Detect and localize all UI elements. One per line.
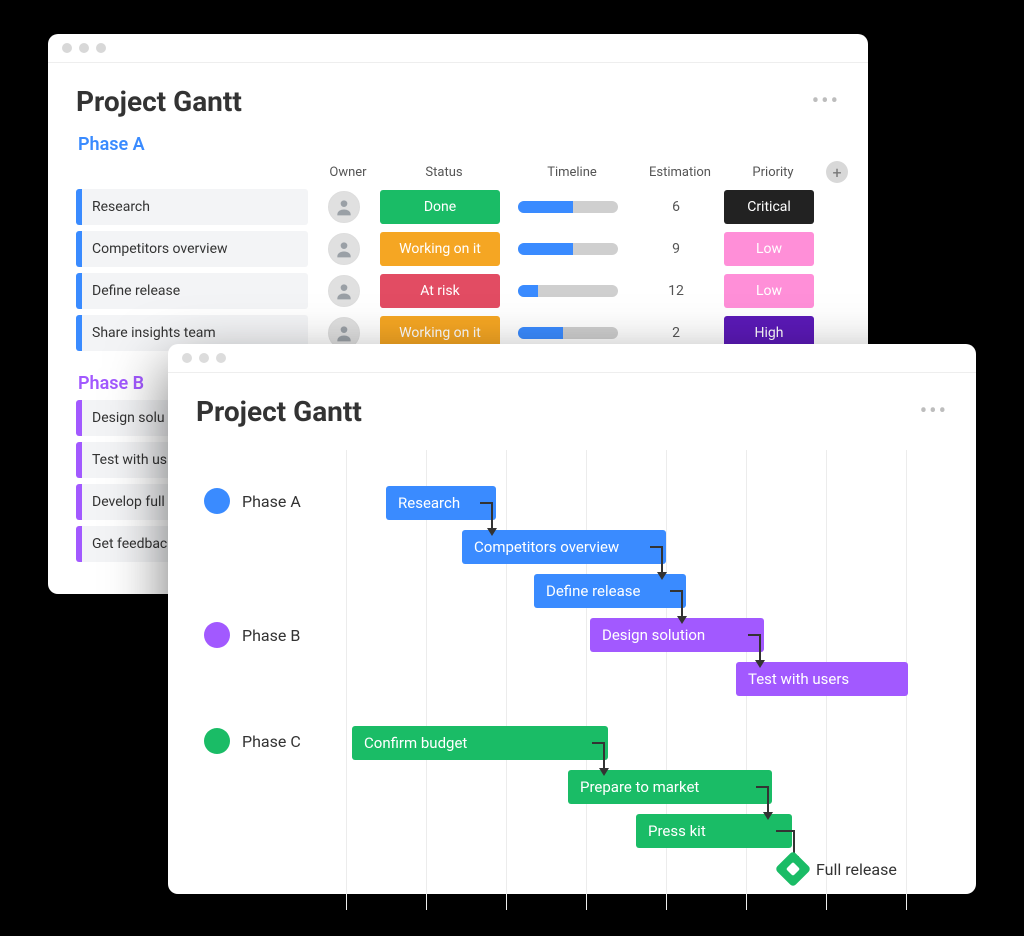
gantt-bar-design-solution[interactable]: Design solution [590, 618, 764, 652]
status-cell[interactable]: Done [380, 190, 500, 224]
task-cell[interactable]: Competitors overview [76, 231, 308, 267]
col-timeline: Timeline [512, 165, 632, 180]
gantt-bar-prepare-market[interactable]: Prepare to market [568, 770, 772, 804]
phase-label: Phase B [242, 626, 300, 645]
task-cell[interactable]: Define release [76, 273, 308, 309]
avatar-icon [328, 191, 360, 223]
gantt-bar-test-users[interactable]: Test with users [736, 662, 908, 696]
traffic-light-dot [199, 353, 209, 363]
col-priority: Priority [728, 165, 818, 180]
phase-label: Phase C [242, 732, 301, 751]
col-status: Status [384, 165, 504, 180]
status-cell[interactable]: Working on it [380, 232, 500, 266]
timeline-cell[interactable] [508, 274, 628, 308]
col-owner: Owner [320, 165, 376, 180]
gantt-lane-phase-b: Phase B [204, 622, 300, 648]
owner-cell[interactable] [316, 275, 372, 307]
estimation-cell[interactable]: 6 [636, 190, 716, 224]
gantt-bar-competitors[interactable]: Competitors overview [462, 530, 666, 564]
window-gantt-view: Project Gantt ••• Phase A [168, 344, 976, 894]
milestone-label: Full release [816, 860, 897, 879]
status-cell[interactable]: At risk [380, 274, 500, 308]
column-headers: . Owner Status Timeline Estimation Prior… [76, 161, 840, 189]
gantt-milestone-full-release[interactable]: Full release [780, 856, 897, 882]
gantt-bar-research[interactable]: Research [386, 486, 496, 520]
table-row[interactable]: Research Done 6Critical [76, 189, 840, 225]
table-row[interactable]: Define release At risk 12Low [76, 273, 840, 309]
phase-dot-icon [204, 622, 230, 648]
gantt-bar-define-release[interactable]: Define release [534, 574, 686, 608]
estimation-cell[interactable]: 12 [636, 274, 716, 308]
table-row[interactable]: Competitors overview Working on it 9Low [76, 231, 840, 267]
phase-a-heading: Phase A [78, 134, 840, 155]
avatar-icon [328, 275, 360, 307]
traffic-light-dot [62, 43, 72, 53]
gantt-bar-confirm-budget[interactable]: Confirm budget [352, 726, 608, 760]
gantt-bar-press-kit[interactable]: Press kit [636, 814, 792, 848]
priority-cell[interactable]: Low [724, 232, 814, 266]
traffic-light-dot [182, 353, 192, 363]
more-menu-icon[interactable]: ••• [812, 89, 840, 114]
phase-dot-icon [204, 728, 230, 754]
add-column-button[interactable]: + [826, 161, 848, 183]
diamond-icon [775, 851, 812, 888]
priority-cell[interactable]: Critical [724, 190, 814, 224]
page-title: Project Gantt [76, 85, 242, 118]
traffic-light-dot [79, 43, 89, 53]
window-title-bar [168, 344, 976, 373]
priority-cell[interactable]: Low [724, 274, 814, 308]
gantt-lane-phase-a: Phase A [204, 488, 301, 514]
page-title: Project Gantt [196, 395, 362, 428]
window-title-bar [48, 34, 868, 63]
timeline-cell[interactable] [508, 190, 628, 224]
phase-dot-icon [204, 488, 230, 514]
more-menu-icon[interactable]: ••• [920, 399, 948, 424]
traffic-light-dot [216, 353, 226, 363]
task-cell[interactable]: Research [76, 189, 308, 225]
estimation-cell[interactable]: 9 [636, 232, 716, 266]
phase-label: Phase A [242, 492, 301, 511]
owner-cell[interactable] [316, 233, 372, 265]
avatar-icon [328, 233, 360, 265]
owner-cell[interactable] [316, 191, 372, 223]
timeline-cell[interactable] [508, 232, 628, 266]
gantt-lane-phase-c: Phase C [204, 728, 301, 754]
traffic-light-dot [96, 43, 106, 53]
col-estimation: Estimation [640, 165, 720, 180]
gantt-chart: Phase A Phase B Phase C Research Competi… [196, 450, 948, 910]
